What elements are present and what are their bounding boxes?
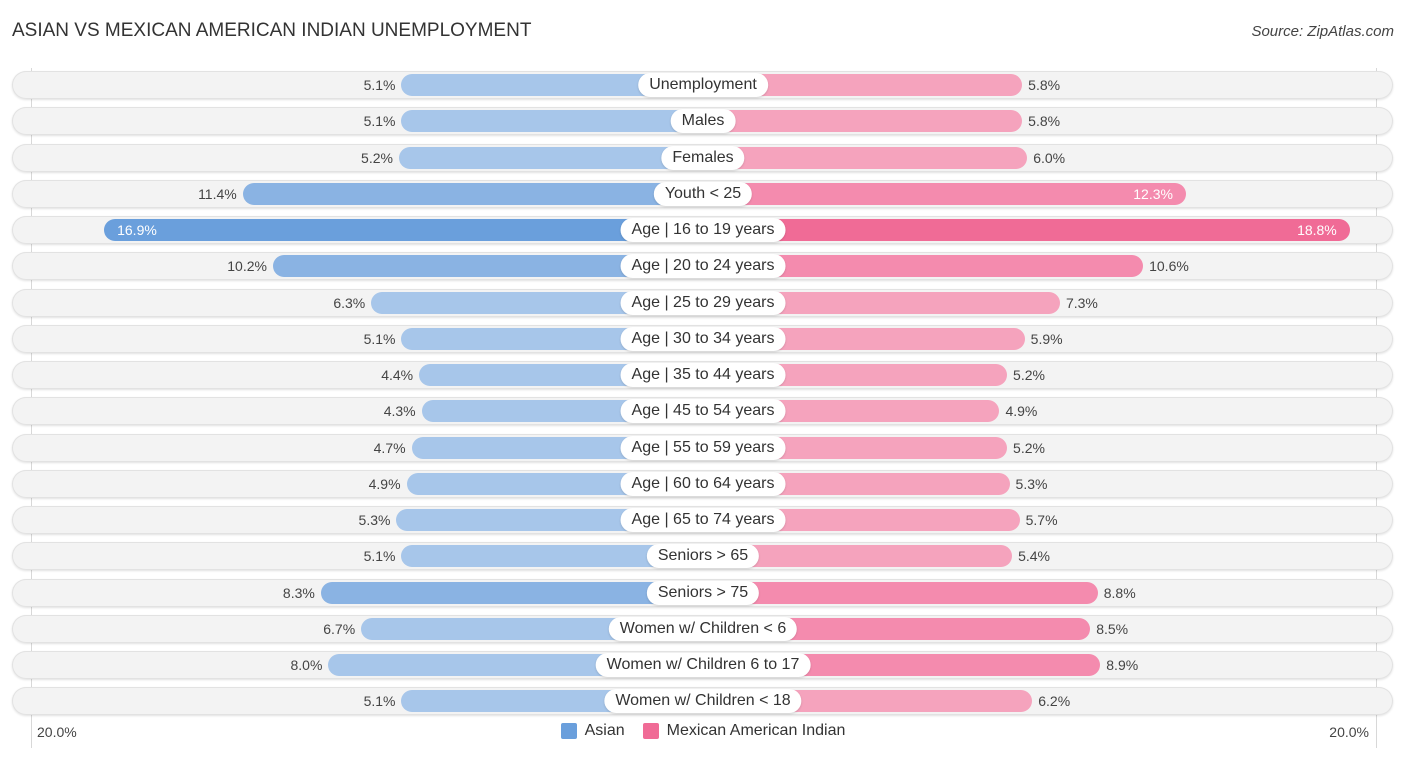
bar-asian[interactable]	[104, 219, 703, 241]
value-label-mexican-american-indian: 6.2%	[1038, 693, 1071, 710]
bar-mexican-american-indian[interactable]	[703, 146, 1028, 169]
category-label: Age | 45 to 54 years	[620, 399, 786, 424]
value-label-asian: 11.4%	[198, 185, 237, 202]
value-label-asian: 5.1%	[363, 330, 396, 347]
value-label-mexican-american-indian: 5.8%	[1028, 113, 1061, 130]
category-label: Women w/ Children < 6	[608, 616, 798, 641]
value-label-mexican-american-indian: 5.4%	[1018, 548, 1050, 565]
category-label: Age | 65 to 74 years	[620, 508, 786, 532]
source-label: Source: ZipAtlas.com	[1251, 23, 1394, 40]
value-label-mexican-american-indian: 5.9%	[1030, 330, 1063, 347]
legend-swatch-mexican-american-indian	[642, 723, 659, 739]
value-label-asian: 5.1%	[363, 548, 396, 565]
value-label-asian: 8.0%	[290, 657, 323, 673]
category-label: Age | 20 to 24 years	[620, 254, 786, 279]
value-label-asian: 5.2%	[361, 149, 393, 166]
legend-label-asian: Asian	[584, 722, 625, 739]
value-label-asian: 5.3%	[358, 512, 391, 528]
value-label-mexican-american-indian: 8.9%	[1106, 657, 1139, 673]
value-label-mexican-american-indian: 12.3%	[1133, 185, 1173, 202]
category-label: Women w/ Children < 18	[604, 689, 802, 714]
category-label: Youth < 25	[653, 181, 753, 206]
category-label: Age | 25 to 29 years	[620, 290, 786, 315]
value-label-mexican-american-indian: 8.5%	[1096, 620, 1129, 637]
value-label-mexican-american-indian: 5.2%	[1013, 367, 1045, 383]
value-label-mexican-american-indian: 8.8%	[1103, 584, 1136, 601]
value-label-asian: 10.2%	[227, 258, 267, 275]
category-label: Females	[661, 145, 745, 170]
chart-title: ASIAN VS MEXICAN AMERICAN INDIAN UNEMPLO…	[12, 20, 532, 41]
category-label: Age | 60 to 64 years	[620, 471, 786, 496]
category-label: Seniors > 65	[646, 544, 760, 569]
value-label-mexican-american-indian: 5.7%	[1025, 512, 1058, 528]
value-label-asian: 4.7%	[373, 439, 406, 456]
category-label: Age | 55 to 59 years	[620, 435, 786, 460]
value-label-asian: 4.9%	[368, 475, 401, 492]
value-label-asian: 16.9%	[117, 222, 157, 238]
value-label-mexican-american-indian: 18.8%	[1297, 222, 1337, 238]
value-label-asian: 6.7%	[323, 620, 356, 637]
value-label-asian: 4.3%	[383, 403, 416, 420]
value-label-asian: 5.1%	[363, 693, 396, 710]
value-label-mexican-american-indian: 5.2%	[1013, 439, 1045, 456]
legend-item-asian[interactable]: Asian	[560, 722, 625, 740]
category-label: Age | 16 to 19 years	[620, 218, 786, 242]
value-label-mexican-american-indian: 5.8%	[1028, 77, 1061, 93]
legend-swatch-asian	[560, 723, 577, 739]
legend-item-mexican-american-indian[interactable]: Mexican American Indian	[642, 722, 846, 740]
value-label-asian: 6.3%	[333, 294, 366, 311]
bar-asian[interactable]	[401, 110, 703, 133]
category-label: Age | 35 to 44 years	[620, 363, 786, 387]
bar-asian[interactable]	[242, 182, 703, 205]
value-label-mexican-american-indian: 10.6%	[1149, 258, 1189, 275]
bar-asian[interactable]	[320, 581, 703, 604]
value-label-asian: 5.1%	[363, 77, 396, 93]
category-label: Seniors > 75	[646, 580, 760, 605]
value-label-mexican-american-indian: 5.3%	[1015, 475, 1048, 492]
legend-label-mexican-american-indian: Mexican American Indian	[666, 722, 846, 739]
category-label: Age | 30 to 34 years	[620, 326, 786, 351]
category-label: Males	[670, 109, 736, 134]
value-label-mexican-american-indian: 7.3%	[1065, 294, 1098, 311]
bar-mexican-american-indian[interactable]	[703, 182, 1186, 205]
category-label: Women w/ Children 6 to 17	[595, 653, 811, 677]
legend: Asian Mexican American Indian	[0, 722, 1406, 740]
value-label-asian: 4.4%	[381, 367, 414, 383]
bar-asian[interactable]	[398, 146, 703, 169]
bar-mexican-american-indian[interactable]	[703, 581, 1098, 604]
value-label-asian: 8.3%	[282, 584, 315, 601]
bar-mexican-american-indian[interactable]	[703, 110, 1023, 133]
value-label-mexican-american-indian: 6.0%	[1033, 149, 1066, 166]
value-label-mexican-american-indian: 4.9%	[1005, 403, 1038, 420]
bar-mexican-american-indian[interactable]	[703, 219, 1350, 241]
value-label-asian: 5.1%	[363, 113, 396, 130]
category-label: Unemployment	[638, 73, 768, 97]
